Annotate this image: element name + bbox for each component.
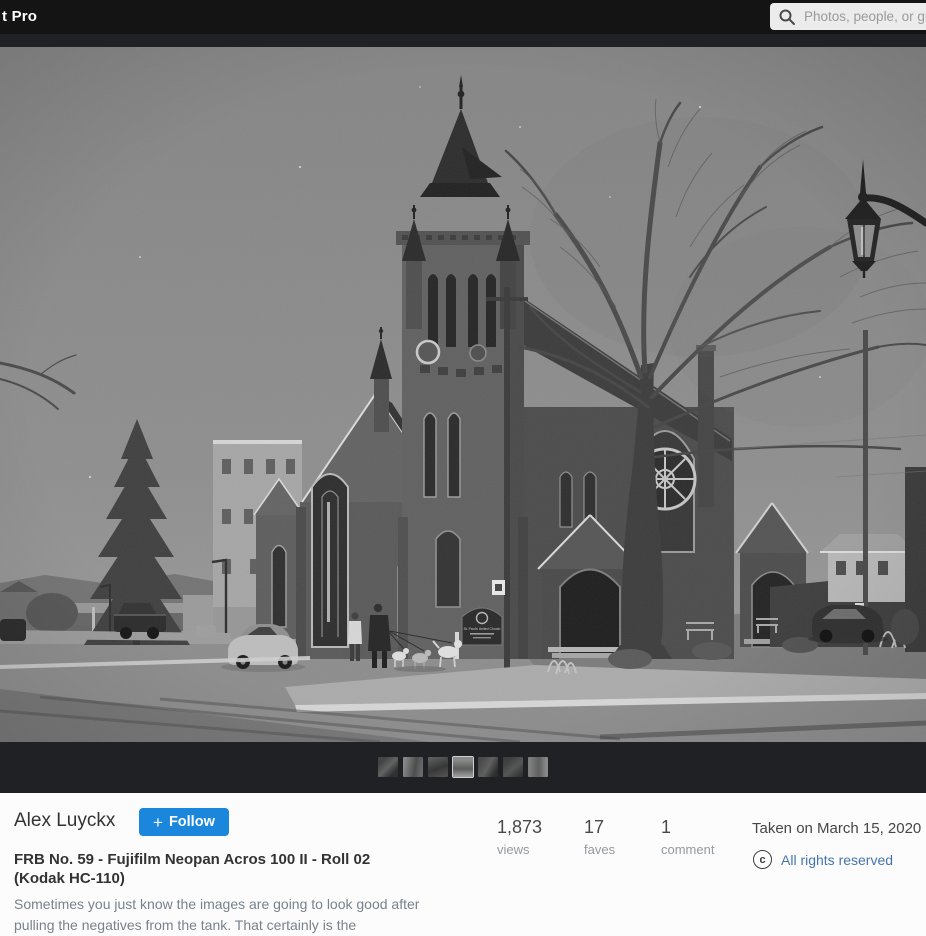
- plus-icon: +: [153, 814, 163, 831]
- filmstrip-thumb[interactable]: [453, 757, 473, 777]
- views-stat: 1,873 views: [497, 817, 542, 857]
- get-pro-button[interactable]: t Pro: [2, 8, 37, 25]
- filmstrip-thumb[interactable]: [403, 757, 423, 777]
- photo-description: Sometimes you just know the images are g…: [14, 894, 474, 936]
- filmstrip-thumb[interactable]: [503, 757, 523, 777]
- comments-stat[interactable]: 1 comment: [661, 817, 714, 857]
- search-input[interactable]: [802, 8, 926, 25]
- filmstrip-thumb[interactable]: [428, 757, 448, 777]
- filmstrip: [0, 757, 926, 777]
- follow-button-label: Follow: [169, 814, 215, 830]
- license-label: All rights reserved: [781, 852, 893, 868]
- top-nav-bar: t Pro: [0, 0, 926, 34]
- owner-name-link[interactable]: Alex Luyckx: [14, 810, 115, 832]
- license-link[interactable]: c All rights reserved: [753, 850, 893, 869]
- church-photo[interactable]: St. Paul's United Church: [0, 47, 926, 742]
- follow-button[interactable]: + Follow: [139, 808, 229, 836]
- filmstrip-thumb[interactable]: [378, 757, 398, 777]
- faves-stat[interactable]: 17 faves: [584, 817, 615, 857]
- filmstrip-thumb[interactable]: [528, 757, 548, 777]
- copyright-icon: c: [753, 850, 772, 869]
- search-icon: [779, 9, 795, 25]
- filmstrip-thumb[interactable]: [478, 757, 498, 777]
- photo-title: FRB No. 59 - Fujifilm Neopan Acros 100 I…: [14, 850, 474, 888]
- photo-info-panel: Alex Luyckx + Follow FRB No. 59 - Fujifi…: [0, 793, 926, 926]
- photo-stage: St. Paul's United Church: [0, 34, 926, 793]
- search-box[interactable]: [770, 3, 926, 30]
- taken-date: Taken on March 15, 2020: [752, 820, 921, 837]
